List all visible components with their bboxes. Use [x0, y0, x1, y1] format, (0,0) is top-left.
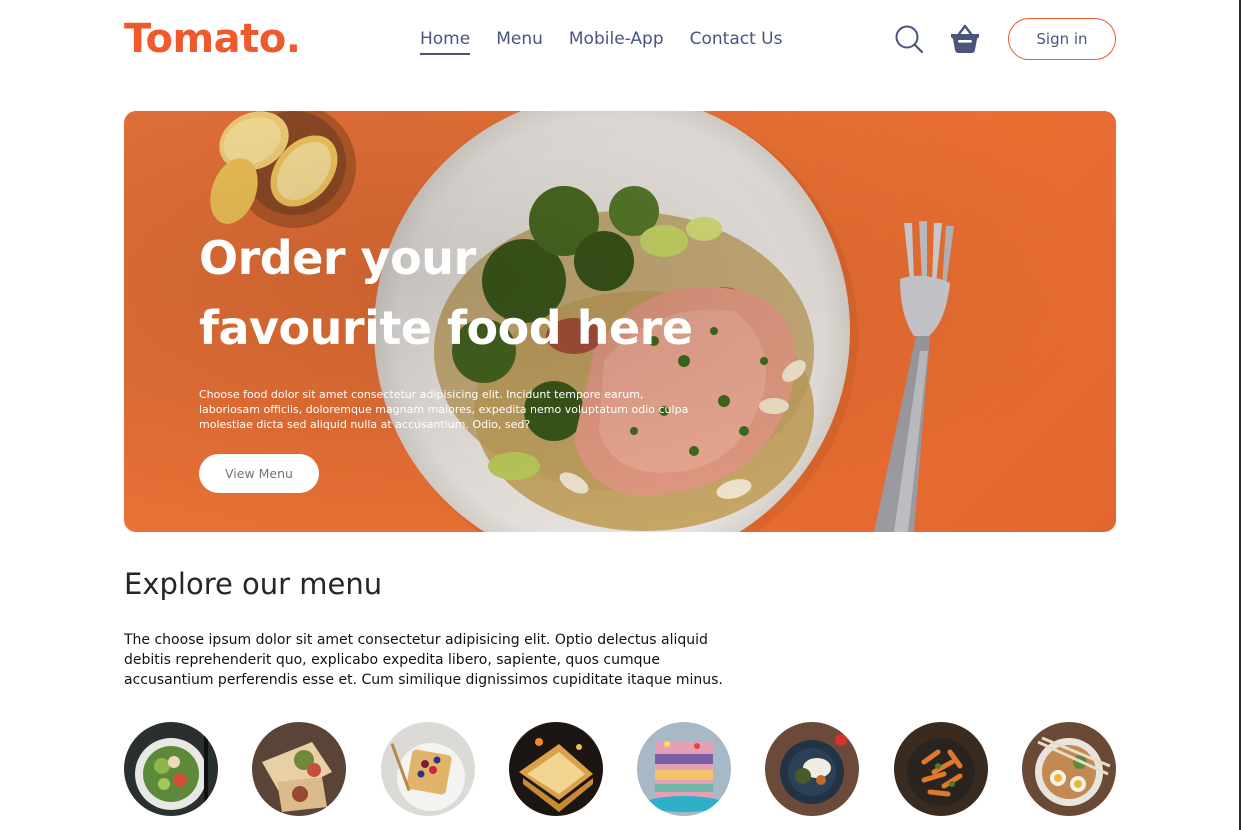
menu-item-salad[interactable]: [124, 722, 218, 816]
menu-item-rice-bowl[interactable]: [765, 722, 860, 816]
menu-item-waffles[interactable]: [380, 722, 475, 816]
view-menu-button[interactable]: View Menu: [199, 454, 319, 493]
menu-category-list: [124, 722, 1116, 822]
nav-link-home[interactable]: Home: [420, 28, 471, 55]
menu-item-cake[interactable]: [637, 722, 732, 816]
menu-item-rolls[interactable]: [252, 722, 347, 816]
nav-link-menu[interactable]: Menu: [496, 28, 543, 55]
explore-menu-section: Explore our menu The choose ipsum dolor …: [124, 563, 1116, 690]
hero-description: Choose food dolor sit amet consectetur a…: [199, 388, 689, 431]
hero-banner: Order your favourite food here Choose fo…: [124, 111, 1116, 532]
nav-link-mobile-app[interactable]: Mobile-App: [569, 28, 664, 55]
menu-item-noodles[interactable]: [1021, 722, 1116, 816]
nav-right: Sign in: [892, 18, 1116, 60]
menu-item-sandwich[interactable]: [508, 722, 603, 816]
nav-link-contact-us[interactable]: Contact Us: [690, 28, 783, 55]
explore-menu-title: Explore our menu: [124, 567, 383, 601]
basket-icon[interactable]: [948, 22, 982, 56]
explore-menu-text: The choose ipsum dolor sit amet consecte…: [124, 632, 723, 688]
nav-links: Home Menu Mobile-App Contact Us: [420, 28, 783, 55]
hero-title-line-2: favourite food here: [199, 301, 693, 355]
hero-title: Order your favourite food here: [199, 223, 719, 363]
search-icon[interactable]: [892, 22, 926, 56]
sign-in-button[interactable]: Sign in: [1008, 18, 1116, 60]
navbar: Tomato. Home Menu Mobile-App Contact Us …: [124, 14, 1116, 66]
hero-title-line-1: Order your: [199, 231, 476, 285]
hero-contents: Order your favourite food here Choose fo…: [199, 223, 719, 493]
logo[interactable]: Tomato.: [124, 14, 301, 64]
menu-item-pasta[interactable]: [893, 722, 988, 816]
